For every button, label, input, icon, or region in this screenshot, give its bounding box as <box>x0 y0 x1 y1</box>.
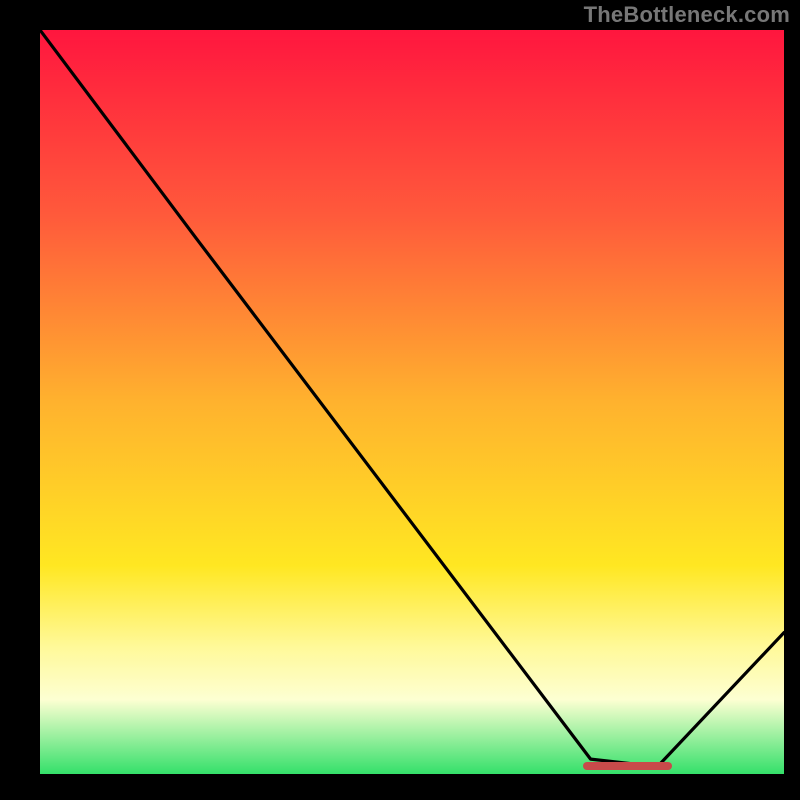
plot-area <box>40 30 784 774</box>
attribution-text: TheBottleneck.com <box>584 2 790 28</box>
chart-frame: TheBottleneck.com <box>0 0 800 800</box>
optimal-range-marker <box>583 762 672 770</box>
line-curve <box>40 30 784 774</box>
